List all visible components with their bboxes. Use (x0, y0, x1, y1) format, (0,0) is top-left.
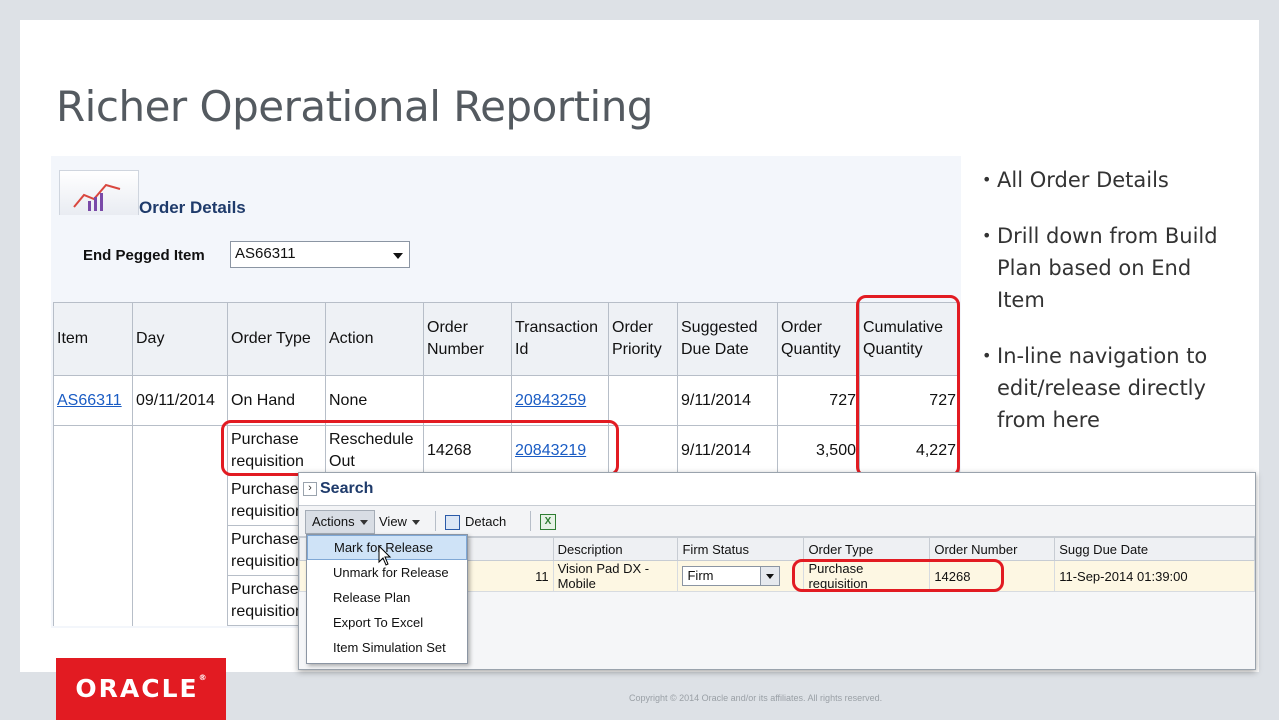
column-header[interactable]: Order Number (423, 302, 512, 376)
copyright-text: Copyright © 2014 Oracle and/or its affil… (629, 693, 883, 703)
order-highlight (792, 559, 1004, 592)
end-pegged-item-value: AS66311 (235, 245, 296, 262)
order-quantity-cell: 3,500 (777, 425, 860, 476)
item-cell[interactable]: AS66311 (53, 375, 133, 426)
chevron-down-icon (411, 520, 420, 526)
search-header: › Search (299, 473, 1255, 506)
oracle-logo: ORACLE® (56, 658, 226, 720)
item-link[interactable]: AS66311 (57, 392, 122, 409)
column-header[interactable]: Order Type (803, 537, 931, 561)
chevron-down-icon (393, 253, 403, 259)
column-header[interactable]: Day (132, 302, 228, 376)
actions-menu-button[interactable]: Actions (305, 510, 375, 534)
action-cell: None (325, 375, 424, 426)
order-quantity-cell: 727 (777, 375, 860, 426)
search-toolbar: Actions View Detach X (299, 506, 1255, 537)
firm-status-select[interactable]: Firm (682, 566, 781, 586)
column-header[interactable]: Sugg Due Date (1054, 537, 1255, 561)
end-pegged-item-label: End Pegged Item (83, 247, 205, 264)
column-header[interactable]: Action (325, 302, 424, 376)
detach-icon (445, 515, 460, 531)
column-header[interactable]: Suggested Due Date (677, 302, 778, 376)
end-pegged-item-select[interactable]: AS66311 (230, 241, 410, 268)
view-menu-button[interactable]: View (379, 511, 420, 533)
bullet-item: In-line navigation to edit/release direc… (982, 340, 1222, 436)
menu-item-export-to-excel[interactable]: Export To Excel (307, 610, 467, 635)
column-header[interactable]: Firm Status (677, 537, 805, 561)
menu-item-release-plan[interactable]: Release Plan (307, 585, 467, 610)
menu-item-item-simulation-set[interactable]: Item Simulation Set (307, 635, 467, 660)
chevron-down-icon (359, 520, 368, 526)
order-priority-cell (608, 375, 678, 426)
chevron-down-icon (760, 567, 780, 585)
firm-status-cell: Firm (677, 560, 805, 592)
table-row: AS66311 09/11/2014 On Hand None 20843259… (53, 375, 960, 426)
view-label: View (379, 514, 407, 529)
order-number-cell (423, 375, 512, 426)
search-title: Search (320, 480, 374, 497)
toolbar-divider (435, 511, 436, 531)
report-title: Order Details (139, 198, 246, 217)
detach-button[interactable]: Detach (445, 511, 506, 533)
column-header[interactable]: Order Quantity (777, 302, 860, 376)
bullet-item: All Order Details (982, 164, 1222, 196)
report-chart-icon (59, 170, 139, 215)
day-cell (132, 425, 228, 476)
due-date-cell: 9/11/2014 (677, 425, 778, 476)
column-header[interactable]: Description (552, 537, 679, 561)
column-header[interactable]: Order Type (227, 302, 326, 376)
bullet-item: Drill down from Build Plan based on End … (982, 220, 1222, 316)
column-header[interactable]: Order Number (929, 537, 1056, 561)
table-header-row: Item Day Order Type Action Order Number … (53, 302, 960, 376)
toolbar-divider (530, 511, 531, 531)
disclosure-icon[interactable]: › (303, 482, 317, 496)
description-cell: Vision Pad DX - Mobile (552, 560, 679, 592)
page-title: Richer Operational Reporting (56, 82, 653, 131)
mouse-cursor-icon (378, 545, 392, 566)
actions-label: Actions (312, 514, 355, 529)
cumulative-quantity-highlight (856, 295, 960, 477)
order-type-cell: On Hand (227, 375, 326, 426)
detach-label: Detach (465, 514, 507, 529)
due-date-cell: 9/11/2014 (677, 375, 778, 426)
transaction-id-link[interactable]: 20843259 (515, 392, 586, 409)
transaction-id-cell[interactable]: 20843259 (511, 375, 609, 426)
column-header[interactable]: Transaction Id (511, 302, 609, 376)
bullet-list: All Order Details Drill down from Build … (982, 164, 1222, 460)
reschedule-row-highlight (221, 420, 619, 476)
column-header[interactable]: Order Priority (608, 302, 678, 376)
due-date-cell: 11-Sep-2014 01:39:00 (1054, 560, 1255, 592)
export-excel-icon[interactable]: X (540, 514, 556, 530)
firm-status-value: Firm (687, 568, 714, 583)
day-cell: 09/11/2014 (132, 375, 228, 426)
column-header[interactable]: Item (53, 302, 133, 376)
item-cell (53, 425, 133, 476)
